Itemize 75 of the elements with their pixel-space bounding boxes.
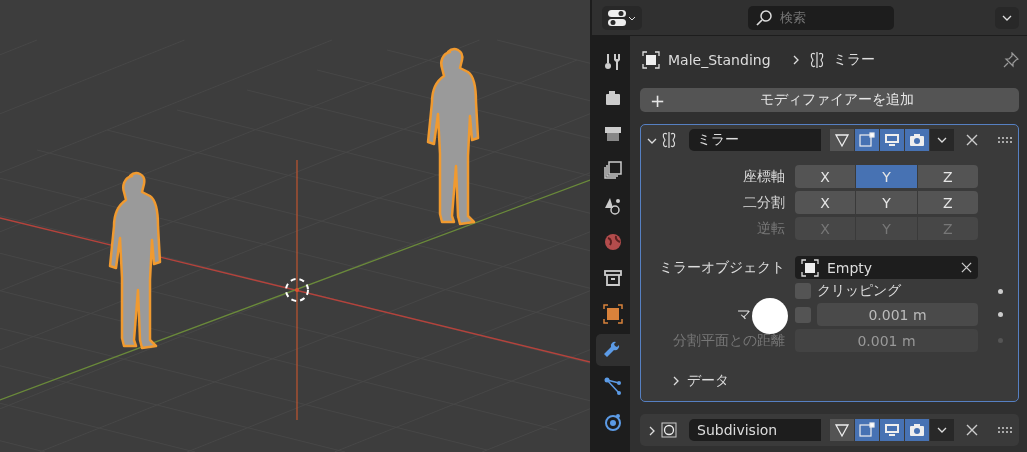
- search-icon: [756, 9, 772, 26]
- axis-toggle[interactable]: Z: [917, 165, 978, 188]
- circle-in-square-icon: [661, 422, 677, 438]
- expand-chevron-icon: [671, 376, 681, 386]
- visibility-toggle[interactable]: [855, 419, 879, 441]
- image-stack-icon: [603, 160, 623, 180]
- clipping-checkbox[interactable]: [795, 283, 811, 299]
- axis-row-label: 二分割: [743, 193, 785, 212]
- axis-row-label: 座標軸: [743, 167, 785, 186]
- object-icon: [642, 51, 660, 69]
- dropdown-button[interactable]: [930, 129, 954, 151]
- monitor-icon: [884, 422, 900, 438]
- expand-chevron-icon: [647, 425, 657, 436]
- modifier-name: ミラー: [832, 51, 875, 69]
- data-subpanel-header[interactable]: データ: [647, 352, 729, 398]
- globe-icon: [603, 232, 623, 252]
- tool-icon: [603, 52, 623, 72]
- visibility-toggle[interactable]: [880, 419, 904, 441]
- merge-distance-field[interactable]: 0.001 m: [817, 303, 978, 326]
- archive-box-icon: [603, 268, 623, 288]
- dropdown-button[interactable]: [930, 419, 954, 441]
- modifier-name-field[interactable]: ミラー: [689, 129, 821, 151]
- node-branch-icon: [603, 376, 623, 396]
- edit-mode-icon: [859, 422, 875, 438]
- visibility-toggle[interactable]: [830, 419, 854, 441]
- add-modifier-button[interactable]: + モディファイアーを追加: [640, 88, 1019, 112]
- edit-mode-icon: [859, 132, 875, 148]
- drag-handle-icon[interactable]: [998, 137, 1012, 143]
- close-icon[interactable]: [966, 424, 978, 436]
- triangle-vertices-icon: [834, 422, 850, 438]
- close-icon[interactable]: [966, 134, 978, 146]
- triangle-vertices-icon: [834, 132, 850, 148]
- editor-type-button[interactable]: [602, 5, 642, 30]
- object-icon: [801, 258, 819, 277]
- clipping-label: クリッピング: [817, 282, 901, 300]
- visibility-toggle[interactable]: [855, 129, 879, 151]
- properties-tab[interactable]: [596, 334, 630, 366]
- orbit-icon: [603, 412, 623, 432]
- axis-toggle[interactable]: X: [795, 165, 856, 188]
- visibility-toggle[interactable]: [880, 129, 904, 151]
- visibility-toggle[interactable]: [905, 129, 929, 151]
- modifier-name-field[interactable]: Subdivision: [689, 419, 821, 441]
- camera-icon: [909, 132, 925, 148]
- mirror-modifier-icon: [661, 131, 677, 149]
- camera-back-icon: [603, 88, 623, 108]
- mirror-object-label: ミラーオブジェクト: [659, 258, 785, 277]
- axis-toggle[interactable]: Y: [856, 165, 917, 188]
- chevron-down-icon: [937, 425, 947, 435]
- visibility-toggle[interactable]: [830, 129, 854, 151]
- merge-label: マ: [737, 305, 751, 324]
- axis-toggle[interactable]: Y: [856, 191, 917, 214]
- clear-icon[interactable]: [961, 262, 972, 273]
- drag-handle-icon[interactable]: [998, 427, 1012, 433]
- monitor-icon: [884, 132, 900, 148]
- keyframe-dot[interactable]: [997, 288, 1003, 294]
- keyframe-dot[interactable]: [997, 338, 1003, 343]
- visibility-toggle[interactable]: [905, 419, 929, 441]
- options-dropdown[interactable]: [995, 6, 1019, 29]
- chevron-down-icon: [937, 135, 947, 145]
- pin-icon[interactable]: [1003, 52, 1019, 68]
- merge-checkbox[interactable]: [795, 306, 811, 323]
- axis-toggle[interactable]: Z: [917, 191, 978, 214]
- mirror-object-field[interactable]: Empty: [795, 256, 978, 279]
- shapes-icon: [603, 196, 623, 216]
- printer-icon: [603, 124, 623, 144]
- search-field[interactable]: 検索: [748, 5, 894, 30]
- object-name: Male_Standing: [668, 52, 771, 68]
- camera-icon: [909, 422, 925, 438]
- search-input[interactable]: 検索: [778, 9, 878, 26]
- axis-toggle[interactable]: X: [795, 191, 856, 214]
- 3d-cursor-icon: [285, 278, 309, 302]
- keyframe-dot[interactable]: [997, 312, 1003, 317]
- mirror-modifier-icon: [808, 51, 825, 69]
- toggles-icon: [607, 8, 637, 27]
- axis-row-label: 逆転: [757, 219, 785, 238]
